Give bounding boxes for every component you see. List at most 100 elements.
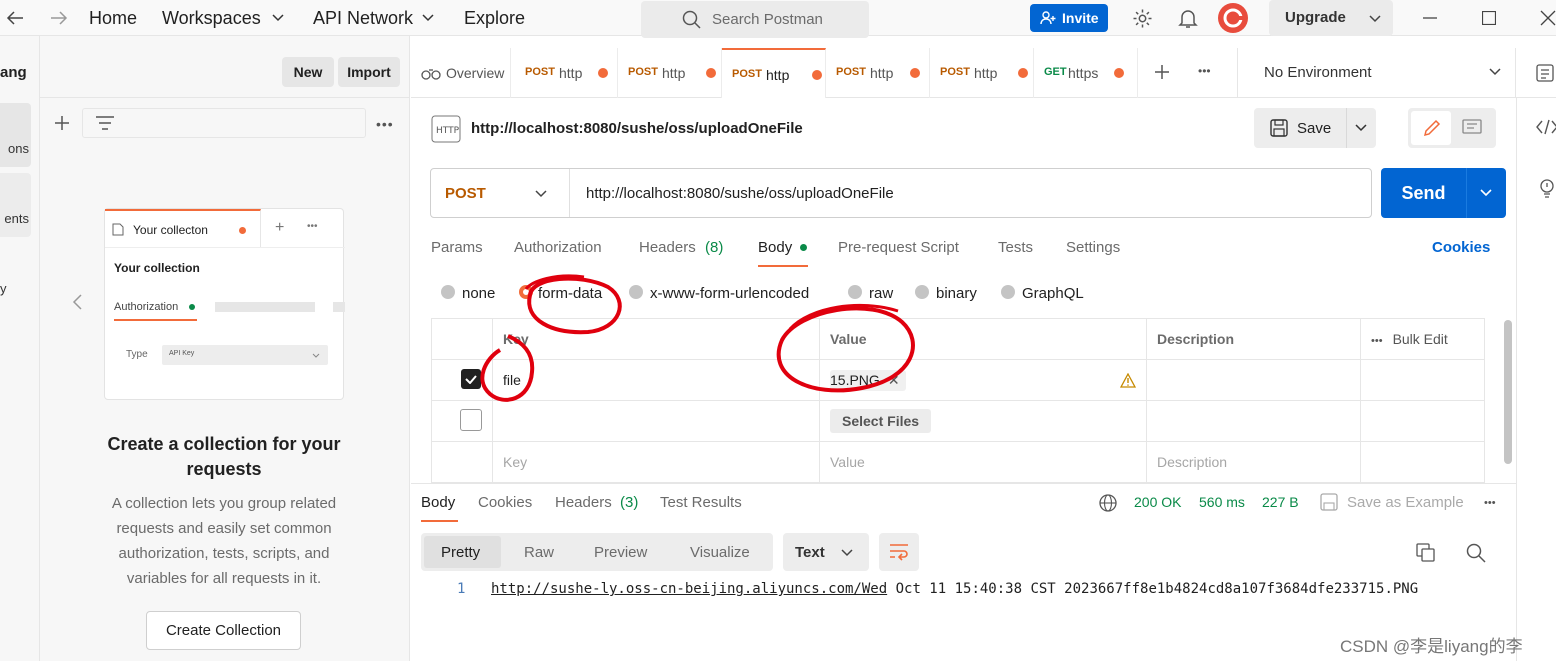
more-options-icon[interactable]: ••• [1484,497,1496,509]
tab-request[interactable]: POST http [514,48,618,98]
description-cell[interactable] [1146,400,1361,442]
create-collection-button[interactable]: Create Collection [146,611,301,650]
response-tab-headers[interactable]: Headers [555,494,612,511]
plus-icon[interactable] [54,115,70,131]
environment-selector[interactable]: No Environment [1264,64,1372,81]
code-icon[interactable] [1536,119,1556,135]
active-underline [114,319,197,321]
warning-icon[interactable] [1120,373,1136,388]
filter-input[interactable] [82,108,366,138]
new-button[interactable]: New [282,57,334,87]
value-placeholder[interactable]: Value [819,441,1147,483]
copy-icon[interactable] [1416,543,1436,563]
chevron-left-icon[interactable] [72,294,82,310]
cookies-link[interactable]: Cookies [1432,239,1490,256]
forward-arrow-icon[interactable] [50,10,68,26]
response-tab-body[interactable]: Body [421,494,455,511]
notification-bell-icon[interactable] [1178,8,1198,29]
key-placeholder[interactable]: Key [492,441,820,483]
nav-home[interactable]: Home [89,8,137,29]
tab-request[interactable]: POST http [618,48,722,98]
avatar[interactable] [1217,2,1249,34]
lightbulb-icon[interactable] [1538,178,1556,198]
tab-body[interactable]: Body [758,239,792,256]
response-time[interactable]: 560 ms [1199,494,1245,510]
svg-text:HTTP: HTTP [436,126,460,136]
rail-item-history[interactable]: y [0,243,31,307]
search-icon [682,10,701,29]
environment-quick-look-icon[interactable] [1536,63,1554,83]
tab-pre-request-script[interactable]: Pre-request Script [838,239,959,256]
wrap-lines-button[interactable] [879,533,919,571]
send-button[interactable]: Send [1381,168,1466,218]
format-select[interactable]: Text [783,533,869,571]
unsaved-dot [706,68,716,78]
nav-api-network[interactable]: API Network [313,8,413,29]
more-options-icon[interactable]: ••• [1371,335,1383,347]
chevron-down-icon[interactable] [1489,68,1501,76]
invite-button[interactable]: Invite [1030,4,1108,32]
maximize-icon[interactable] [1482,11,1496,25]
tab-overview[interactable]: Overview [411,48,511,98]
body-active-dot [800,244,807,251]
rail-item-collections[interactable]: ons [0,103,31,167]
tab-params[interactable]: Params [431,239,483,256]
overview-icon [421,69,441,80]
search-box[interactable]: Search Postman [641,1,869,38]
request-title[interactable]: http://localhost:8080/sushe/oss/uploadOn… [471,120,803,137]
status-dot [189,304,195,310]
response-size[interactable]: 227 B [1262,494,1299,510]
tab-label: http [662,65,686,81]
chevron-down-icon[interactable] [1355,124,1367,132]
search-icon[interactable] [1466,543,1486,563]
edit-mode-button[interactable] [1411,111,1451,145]
tab-headers[interactable]: Headers [639,239,696,256]
radio-graphql[interactable] [1001,285,1015,299]
nav-explore[interactable]: Explore [464,8,525,29]
radio-none[interactable] [441,285,455,299]
tab-request[interactable]: POST http [930,48,1034,98]
scrollbar-thumb[interactable] [1504,320,1512,464]
comments-icon[interactable] [1462,119,1482,137]
minimize-icon[interactable] [1423,17,1437,19]
globe-icon[interactable] [1099,494,1117,512]
tab-method: POST [628,66,658,78]
tab-request-active[interactable]: POST http [722,48,826,98]
tab-request[interactable]: POST http [826,48,930,98]
table-row-placeholder: Key Value Description [431,441,1485,483]
tab-settings[interactable]: Settings [1066,239,1120,256]
rail-item-label: y [0,281,7,296]
description-placeholder[interactable]: Description [1146,441,1361,483]
settings-gear-icon[interactable] [1132,8,1153,29]
tab-tests[interactable]: Tests [998,239,1033,256]
tab-request[interactable]: GET https [1034,48,1138,98]
bulk-edit-link[interactable]: Bulk Edit [1393,331,1448,347]
save-as-example-button[interactable]: Save as Example [1347,494,1464,511]
more-options-icon[interactable]: ••• [376,116,394,132]
chevron-down-icon[interactable] [1480,189,1492,197]
method-select[interactable]: POST [431,169,570,217]
url-bar: POST http://localhost:8080/sushe/oss/upl… [430,168,1372,218]
chevron-down-icon [312,353,320,358]
view-preview[interactable]: Preview [594,544,647,561]
response-tab-cookies[interactable]: Cookies [478,494,532,511]
view-visualize[interactable]: Visualize [690,544,750,561]
save-button[interactable]: Save [1254,108,1346,148]
response-url-link[interactable]: http://sushe-ly.oss-cn-beijing.aliyuncs.… [491,581,887,597]
nav-workspaces[interactable]: Workspaces [162,8,261,29]
url-input[interactable]: http://localhost:8080/sushe/oss/uploadOn… [586,185,894,202]
status-code[interactable]: 200 OK [1134,494,1181,510]
view-raw[interactable]: Raw [524,544,554,561]
view-pretty[interactable]: Pretty [441,544,480,561]
back-arrow-icon[interactable] [6,10,24,26]
more-tabs-icon[interactable]: ••• [1198,64,1211,78]
close-window-icon[interactable] [1540,10,1556,26]
rail-item-environments[interactable]: ents [0,173,31,237]
add-tab-icon[interactable] [1154,64,1170,80]
upgrade-button[interactable]: Upgrade [1269,0,1393,36]
unsaved-dot [1018,68,1028,78]
description-cell[interactable] [1146,359,1361,401]
response-tab-test-results[interactable]: Test Results [660,494,742,511]
import-button[interactable]: Import [338,57,400,87]
tab-authorization[interactable]: Authorization [514,239,602,256]
